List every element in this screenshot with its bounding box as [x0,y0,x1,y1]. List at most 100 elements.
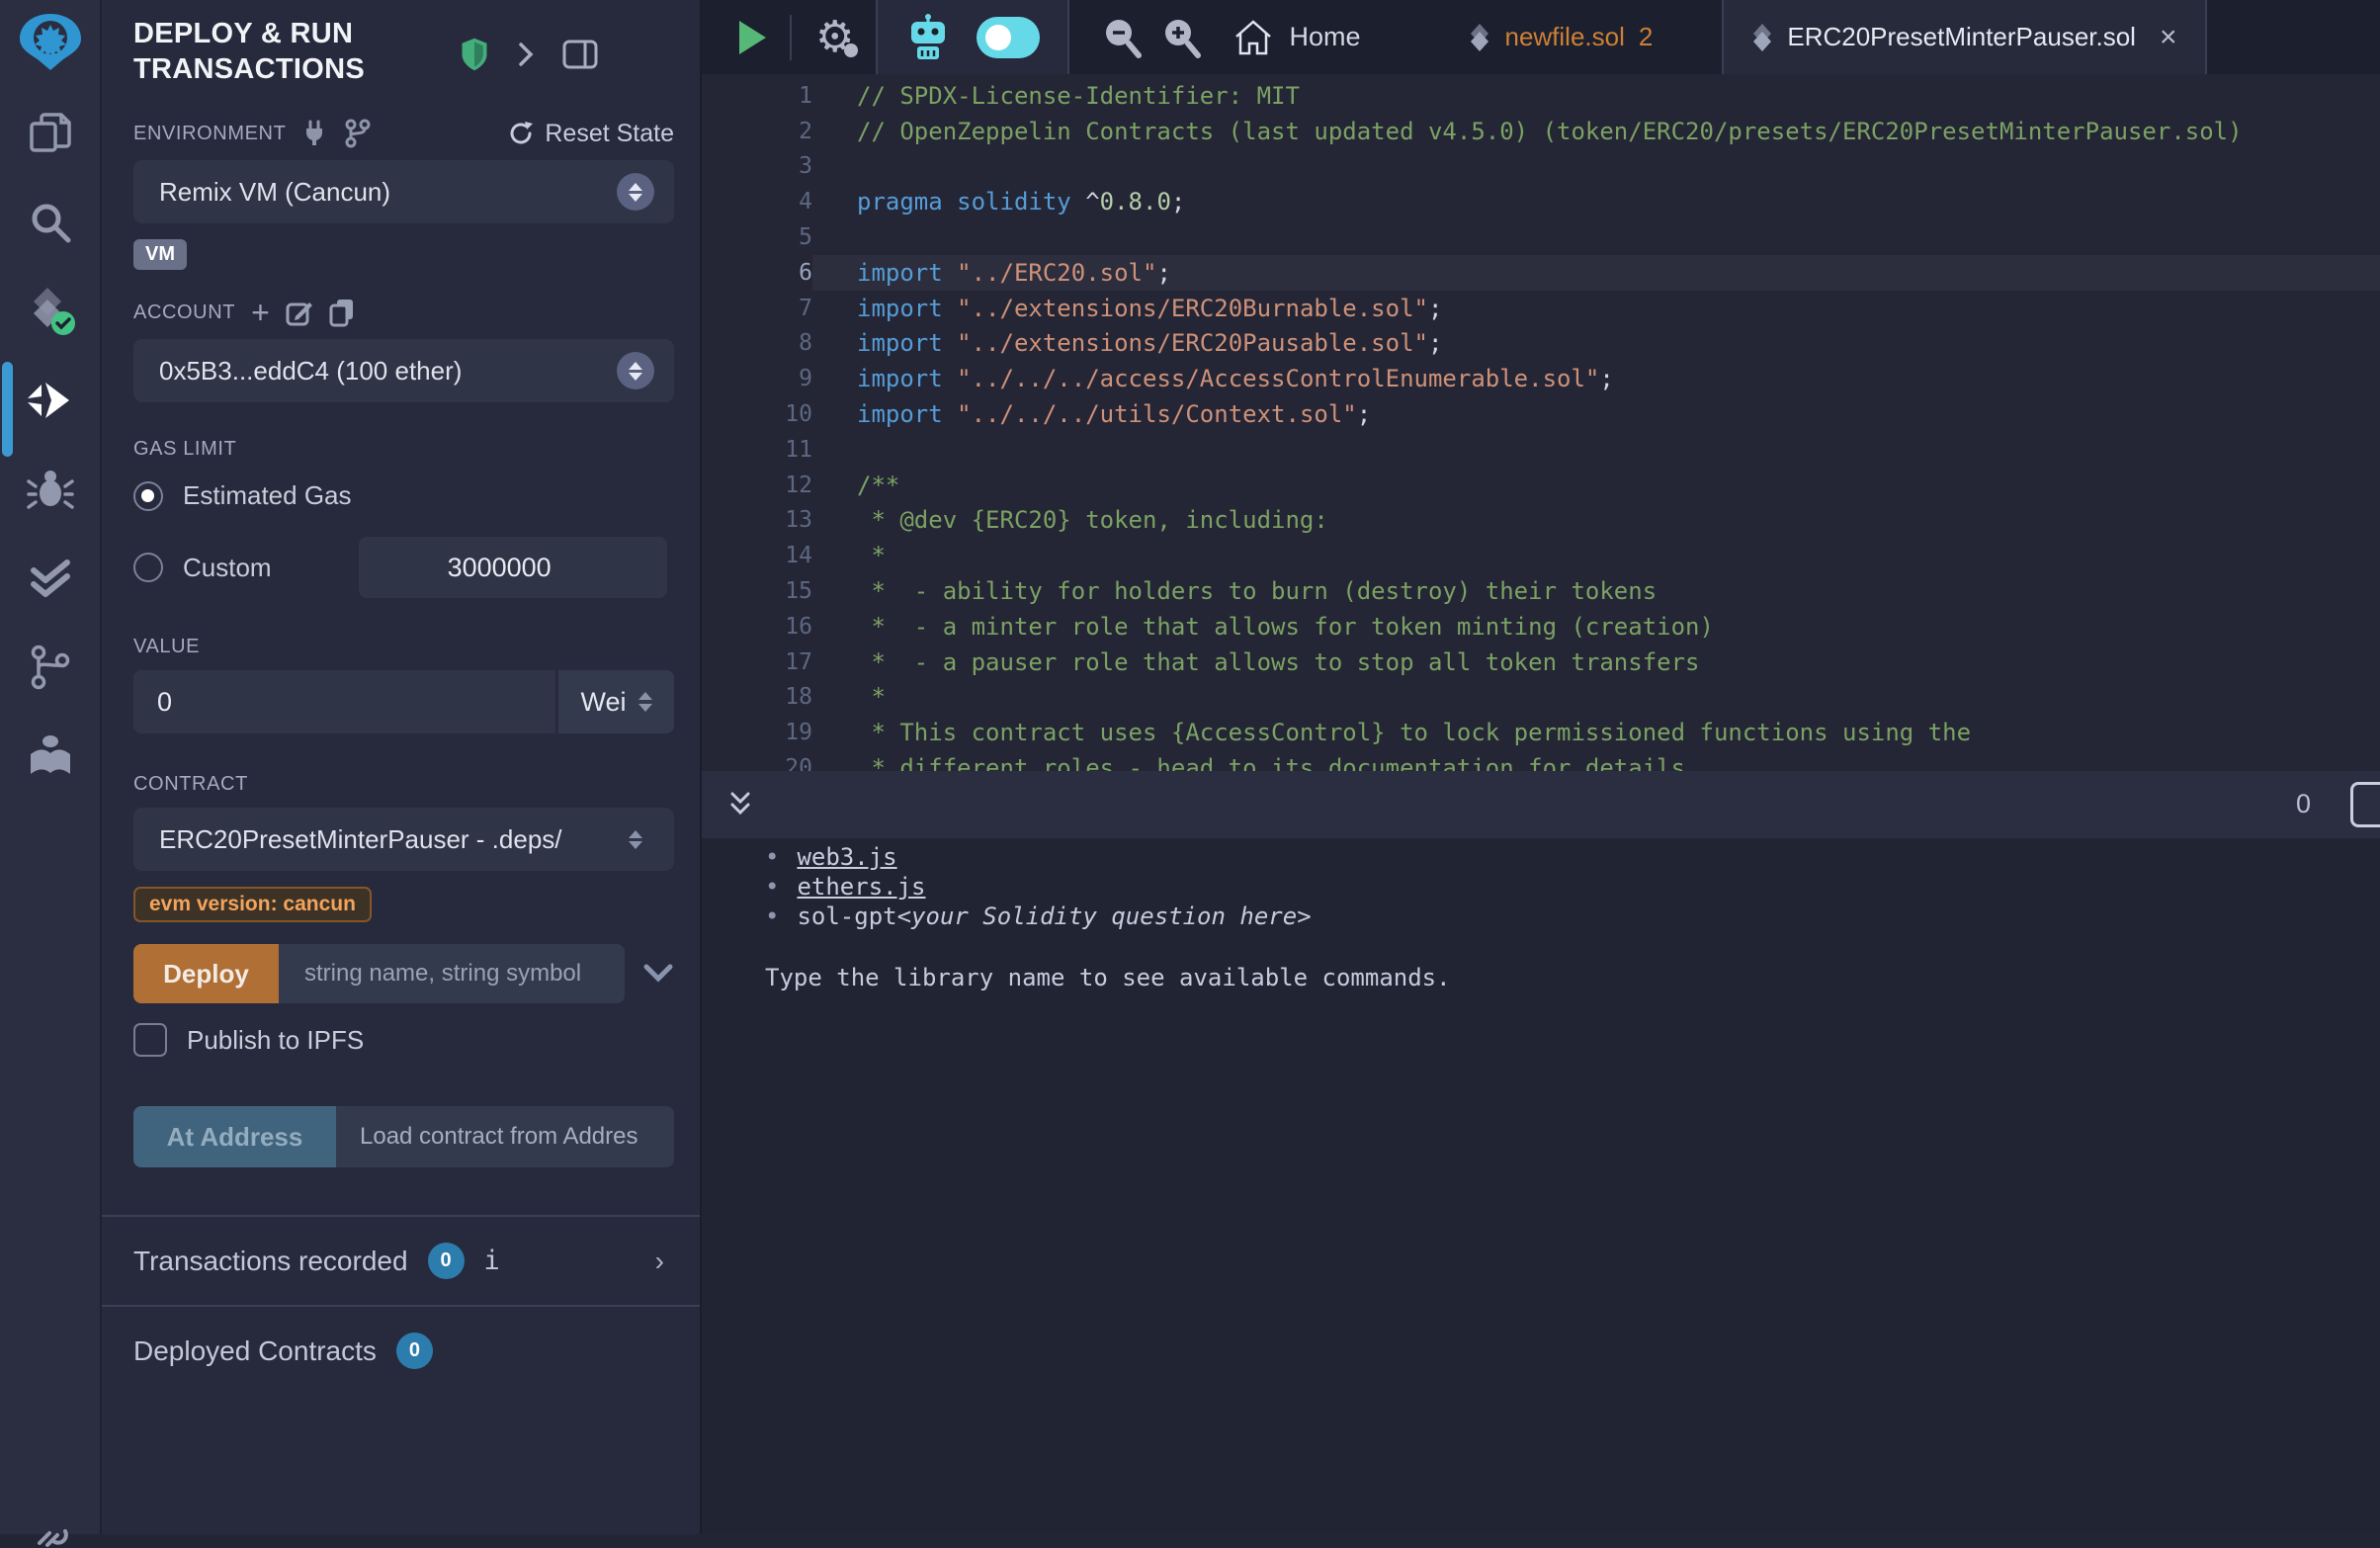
environment-label: ENVIRONMENT [133,123,286,145]
git-icon[interactable] [0,623,101,712]
terminal-bar: 0 [702,771,2380,838]
at-address-button[interactable]: At Address [133,1106,336,1167]
environment-select[interactable]: Remix VM (Cancun) [133,160,674,223]
code-text: import "../../../utils/Context.sol"; [812,396,2380,432]
deploy-args-input[interactable] [279,944,625,1003]
value-label: VALUE [133,636,200,658]
close-tab-icon[interactable]: × [2160,21,2177,54]
line-number: 7 [702,296,812,321]
active-plugin-indicator [2,362,13,457]
select-stepper-icon [617,352,654,389]
debugger-icon[interactable] [0,445,101,534]
value-input[interactable] [133,670,555,733]
value-unit-select[interactable]: Wei [555,670,674,733]
fork-icon[interactable] [343,119,373,148]
gas-limit-label: GAS LIMIT [133,438,236,461]
line-number: 12 [702,473,812,498]
terminal-output[interactable]: •web3.js•ethers.js•sol-gpt <your Solidit… [702,838,2380,1535]
terminal-link[interactable]: web3.js [797,842,896,872]
tab-newfile[interactable]: newfile.sol 2 [1469,0,1653,74]
expand-transactions-icon[interactable]: › [655,1246,664,1277]
zoom-out-icon[interactable] [1101,0,1145,74]
home-icon [1233,19,1273,56]
ai-copilot-toggle[interactable] [977,17,1040,58]
search-icon[interactable] [0,178,101,267]
contract-select[interactable]: ERC20PresetMinterPauser - .deps/ [133,808,674,871]
bullet-icon: • [765,842,779,872]
code-text: /** [812,468,2380,503]
line-number: 19 [702,720,812,745]
add-account-icon[interactable]: + [251,302,270,322]
terminal-listen-checkbox[interactable] [2350,782,2380,827]
collapse-terminal-icon[interactable] [725,788,755,821]
publish-ipfs-checkbox[interactable] [133,1023,167,1057]
environment-value: Remix VM (Cancun) [159,177,617,208]
evm-version-badge: evm version: cancun [133,887,372,922]
copy-account-icon[interactable] [329,298,355,327]
custom-gas-input[interactable] [359,537,667,598]
edit-account-icon[interactable] [286,299,313,326]
activity-bar [0,0,102,1534]
home-label: Home [1289,22,1360,52]
code-line: 1// SPDX-License-Identifier: MIT [702,78,2380,114]
file-explorer-icon[interactable] [0,89,101,178]
contract-label: CONTRACT [133,773,248,796]
value-unit: Wei [580,687,626,718]
terminal-link[interactable]: ethers.js [797,872,925,902]
code-line: 7import "../extensions/ERC20Burnable.sol… [702,291,2380,326]
home-tab[interactable]: Home [1233,0,1360,74]
code-text: // SPDX-License-Identifier: MIT [812,78,2380,114]
account-select[interactable]: 0x5B3...eddC4 (100 ether) [133,339,674,402]
code-text: import "../extensions/ERC20Pausable.sol"… [812,326,2380,362]
line-number: 17 [702,649,812,675]
expand-deploy-icon[interactable] [642,963,674,985]
unit-testing-icon[interactable] [0,534,101,623]
line-number: 16 [702,614,812,640]
code-line: 13 * @dev {ERC20} token, including: [702,503,2380,539]
reset-state-button[interactable]: Reset State [507,120,674,148]
custom-gas-radio[interactable] [133,553,163,582]
code-line: 19 * This contract uses {AccessControl} … [702,715,2380,750]
remix-logo-icon[interactable] [0,0,101,89]
zoom-in-icon[interactable] [1160,0,1204,74]
at-address-input[interactable] [336,1106,674,1167]
custom-gas-label: Custom [183,553,272,583]
plug-icon[interactable] [34,1522,73,1548]
tab-badge: 2 [1639,22,1653,52]
deploy-and-run-icon[interactable] [0,356,101,445]
code-text: // OpenZeppelin Contracts (last updated … [812,114,2380,149]
code-editor[interactable]: 1// SPDX-License-Identifier: MIT2// Open… [702,74,2380,771]
estimated-gas-radio[interactable] [133,481,163,511]
code-line: 11 [702,432,2380,468]
tab-erc20presetminterpauser[interactable]: ERC20PresetMinterPauser.sol × [1722,0,2206,74]
ai-robot-icon[interactable] [905,14,951,61]
plug-small-icon[interactable] [301,120,327,147]
contract-value: ERC20PresetMinterPauser - .deps/ [159,824,635,855]
line-number: 9 [702,366,812,391]
panel-layout-icon[interactable] [562,39,598,70]
line-number: 8 [702,330,812,356]
chevron-right-icon[interactable] [517,40,535,69]
terminal-listen-count: 0 [2296,789,2311,819]
deployed-contracts-label: Deployed Contracts [133,1335,377,1367]
transactions-recorded-row[interactable]: Transactions recorded 0 i › [133,1217,674,1305]
remix-ai-section [876,0,1069,74]
line-number: 15 [702,578,812,604]
settings-gears-icon[interactable]: ⚙ [815,16,854,59]
code-text: pragma solidity ^0.8.0; [812,184,2380,219]
account-label: ACCOUNT [133,301,235,324]
deploy-run-panel: DEPLOY & RUN TRANSACTIONS ENVIRONMENT [102,0,702,1534]
solidity-compiler-icon[interactable] [0,267,101,356]
run-script-icon[interactable] [739,21,766,54]
code-line: 8import "../extensions/ERC20Pausable.sol… [702,326,2380,362]
line-number: 5 [702,224,812,250]
tab-label: newfile.sol [1504,22,1624,52]
deploy-button[interactable]: Deploy [133,944,279,1003]
learneth-icon[interactable] [0,712,101,801]
panel-title: DEPLOY & RUN TRANSACTIONS [133,16,460,87]
code-text: * - ability for holders to burn (destroy… [812,573,2380,609]
code-line: 15 * - ability for holders to burn (dest… [702,573,2380,609]
terminal-text: sol-gpt [797,902,896,931]
code-line: 3 [702,149,2380,185]
info-icon[interactable]: i [484,1246,500,1276]
